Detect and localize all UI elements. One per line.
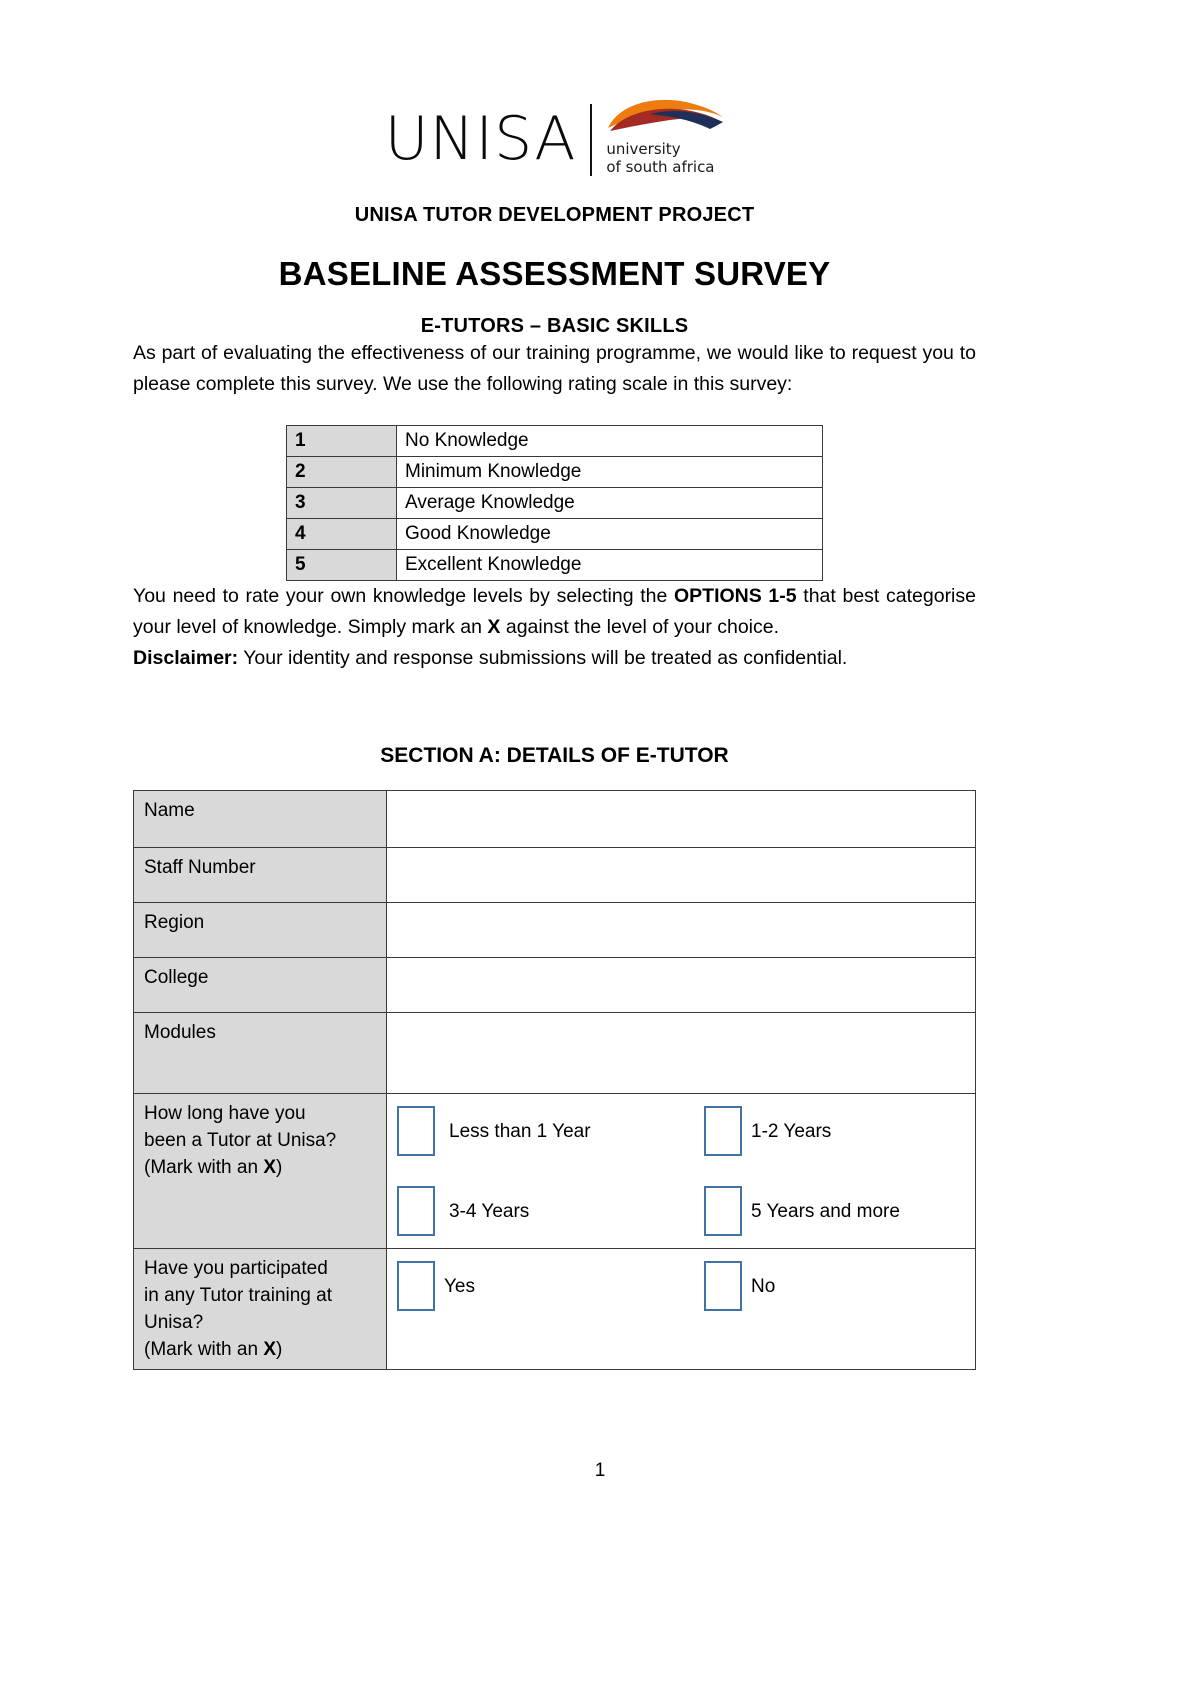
instructions-paragraph: You need to rate your own knowledge leve… [133, 581, 976, 643]
logo-tagline-line-2: of south africa [606, 158, 715, 176]
tenure-option-3-4-years[interactable]: 3-4 Years [397, 1186, 704, 1236]
tenure-option-less-than-1-year[interactable]: Less than 1 Year [397, 1106, 704, 1156]
tenure-options-row-2: 3-4 Years 5 Years and more [397, 1180, 967, 1242]
tenure-mark: X [263, 1157, 276, 1178]
tenure-line-3: (Mark with an X) [144, 1154, 378, 1181]
checkbox-less-than-1-year[interactable] [397, 1106, 435, 1156]
checkbox-3-4-years[interactable] [397, 1186, 435, 1236]
rating-label: Average Knowledge [396, 487, 823, 519]
tenure-line-1: How long have you [144, 1103, 306, 1124]
tenure-line-2: been a Tutor at Unisa? [144, 1130, 337, 1151]
field-input-staff-number[interactable] [386, 847, 976, 903]
disclaimer-text: Your identity and response submissions w… [238, 647, 848, 669]
disclaimer-label: Disclaimer: [133, 647, 239, 669]
field-input-college[interactable] [386, 957, 976, 1013]
unisa-swoosh-icon [608, 99, 724, 131]
tenure-options-cell: Less than 1 Year 1-2 Years 3-4 Years 5 Y… [386, 1093, 976, 1249]
table-row: 4 Good Knowledge [286, 518, 823, 550]
table-row: How long have you been a Tutor at Unisa?… [133, 1093, 976, 1249]
table-row: 3 Average Knowledge [286, 487, 823, 519]
field-label-region: Region [133, 902, 387, 958]
training-line-2: in any Tutor training at [144, 1285, 332, 1306]
training-option-label: Yes [444, 1275, 475, 1297]
training-line-3: Unisa? [144, 1312, 204, 1333]
instructions-mark: X [487, 616, 501, 638]
tenure-option-label: 3-4 Years [449, 1200, 530, 1222]
table-row: Staff Number [133, 847, 976, 903]
page-content: UNISA university of south africa UNISA T… [133, 0, 976, 1370]
tenure-option-1-2-years[interactable]: 1-2 Years [704, 1106, 831, 1156]
table-row: College [133, 957, 976, 1013]
tenure-mark-post: ) [276, 1157, 283, 1178]
training-mark-pre: (Mark with an [144, 1339, 264, 1360]
rating-label: Good Knowledge [396, 518, 823, 550]
tenure-mark-pre: (Mark with an [144, 1157, 264, 1178]
instructions-part-1: You need to rate your own knowledge leve… [133, 585, 674, 607]
table-row: 1 No Knowledge [286, 425, 823, 457]
tenure-options-row-1: Less than 1 Year 1-2 Years [397, 1100, 967, 1162]
field-input-modules[interactable] [386, 1012, 976, 1094]
table-row: 2 Minimum Knowledge [286, 456, 823, 488]
section-a-heading: SECTION A: DETAILS OF E-TUTOR [380, 744, 729, 767]
checkbox-5-years-and-more[interactable] [704, 1186, 742, 1236]
rating-value: 3 [286, 487, 397, 519]
field-label-college: College [133, 957, 387, 1013]
rating-label: No Knowledge [396, 425, 823, 457]
section-a-details-table: Name Staff Number Region College Modules [133, 790, 976, 1370]
training-mark-post: ) [276, 1339, 283, 1360]
field-label-name: Name [133, 790, 387, 848]
rating-value: 4 [286, 518, 397, 550]
table-row: Name [133, 790, 976, 848]
page-number: 1 [594, 1460, 606, 1481]
tenure-option-label: 1-2 Years [751, 1120, 832, 1142]
training-options-row: Yes No [397, 1255, 967, 1317]
tenure-option-label: 5 Years and more [751, 1200, 900, 1222]
training-option-label: No [751, 1275, 776, 1297]
rating-value: 2 [286, 456, 397, 488]
checkbox-1-2-years[interactable] [704, 1106, 742, 1156]
table-row: Have you participated in any Tutor train… [133, 1248, 976, 1370]
tenure-option-5-years-and-more[interactable]: 5 Years and more [704, 1186, 900, 1236]
rating-value: 5 [286, 549, 397, 581]
instructions-part-3: against the level of your choice. [500, 616, 780, 638]
field-input-name[interactable] [386, 790, 976, 848]
table-row: Region [133, 902, 976, 958]
page-subtitle: E-TUTORS – BASIC SKILLS [420, 315, 689, 337]
training-mark: X [263, 1339, 276, 1360]
intro-paragraph: As part of evaluating the effectiveness … [133, 342, 976, 395]
training-option-yes[interactable]: Yes [397, 1261, 704, 1311]
table-row: 5 Excellent Knowledge [286, 549, 823, 581]
table-row: Modules [133, 1012, 976, 1094]
document-page: UNISA university of south africa UNISA T… [0, 0, 1200, 1697]
training-option-no[interactable]: No [704, 1261, 775, 1311]
unisa-logo: UNISA university of south africa [133, 0, 976, 180]
project-title: UNISA TUTOR DEVELOPMENT PROJECT [354, 204, 755, 226]
options-spacer [397, 1162, 967, 1180]
logo-tagline-line-1: university [606, 140, 681, 158]
question-label-training: Have you participated in any Tutor train… [133, 1248, 387, 1370]
rating-label: Excellent Knowledge [396, 549, 823, 581]
question-label-tenure: How long have you been a Tutor at Unisa?… [133, 1093, 387, 1249]
checkbox-yes[interactable] [397, 1261, 435, 1311]
disclaimer-paragraph: Disclaimer: Your identity and response s… [133, 643, 976, 674]
field-label-staff-number: Staff Number [133, 847, 387, 903]
instructions-emphasis: OPTIONS 1-5 [674, 585, 797, 607]
checkbox-no[interactable] [704, 1261, 742, 1311]
training-line-1: Have you participated [144, 1258, 328, 1279]
field-input-region[interactable] [386, 902, 976, 958]
rating-label: Minimum Knowledge [396, 456, 823, 488]
rating-scale-table: 1 No Knowledge 2 Minimum Knowledge 3 Ave… [286, 425, 823, 581]
tenure-option-label: Less than 1 Year [449, 1120, 591, 1142]
field-label-modules: Modules [133, 1012, 387, 1094]
unisa-wordmark: UNISA [384, 104, 577, 174]
training-line-4: (Mark with an X) [144, 1336, 378, 1363]
training-options-cell: Yes No [386, 1248, 976, 1370]
rating-value: 1 [286, 425, 397, 457]
page-title: BASELINE ASSESSMENT SURVEY [278, 255, 831, 292]
